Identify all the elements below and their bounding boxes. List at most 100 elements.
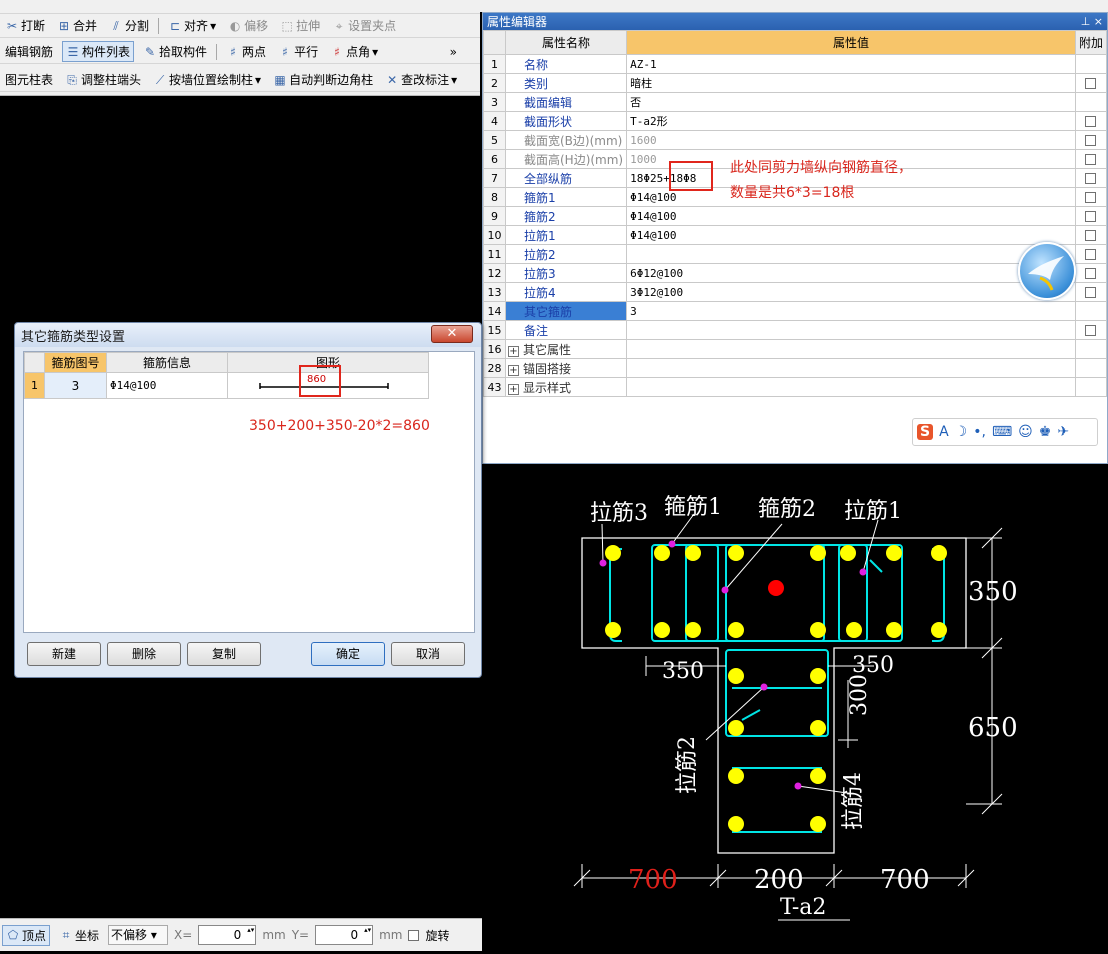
- extra-checkbox[interactable]: [1085, 287, 1097, 298]
- extra-cell[interactable]: [1074, 187, 1108, 207]
- rotate-checkbox[interactable]: [408, 929, 420, 941]
- wrench-icon[interactable]: ✈: [1057, 424, 1069, 440]
- property-value[interactable]: [626, 377, 1076, 397]
- property-value[interactable]: 暗柱: [626, 73, 1076, 93]
- check-label-button[interactable]: ✕ 查改标注 ▾: [382, 70, 460, 89]
- extra-checkbox[interactable]: [1085, 116, 1097, 127]
- expand-icon[interactable]: +: [507, 383, 519, 395]
- property-row[interactable]: 15 备注: [483, 320, 1108, 340]
- property-row[interactable]: 2 类别 暗柱: [483, 73, 1108, 93]
- toolbar-overflow-button[interactable]: »: [447, 44, 460, 60]
- extra-cell[interactable]: [1074, 130, 1108, 150]
- sogou-icon[interactable]: S: [917, 424, 934, 440]
- grip-button[interactable]: ⌖ 设置夹点: [329, 16, 399, 35]
- property-value[interactable]: AZ-1: [626, 54, 1076, 74]
- property-name[interactable]: 名称: [504, 54, 628, 74]
- adjust-end-button[interactable]: ⎘ 调整柱端头: [62, 70, 144, 89]
- copy-button[interactable]: 复制: [187, 642, 261, 666]
- property-name[interactable]: 截面编辑: [504, 92, 628, 112]
- property-row[interactable]: 9 箍筋2 Φ14@100: [483, 206, 1108, 226]
- dialog-close-button[interactable]: ✕: [431, 325, 473, 343]
- property-name[interactable]: 截面高(H边)(mm): [504, 149, 628, 169]
- property-row[interactable]: 43 + 显示样式: [483, 377, 1108, 397]
- stretch-button[interactable]: ⬚ 拉伸: [277, 16, 323, 35]
- property-value[interactable]: 3Φ12@100: [626, 282, 1076, 302]
- shirt-icon[interactable]: ♚: [1039, 424, 1052, 440]
- extra-checkbox[interactable]: [1085, 192, 1097, 203]
- break-button[interactable]: ✂ 打断: [2, 16, 48, 35]
- voice-icon[interactable]: ☺: [1018, 424, 1033, 440]
- property-value[interactable]: Φ14@100: [626, 206, 1076, 226]
- property-value[interactable]: [626, 358, 1076, 378]
- cancel-button[interactable]: 取消: [391, 642, 465, 666]
- extra-cell[interactable]: [1074, 73, 1108, 93]
- delete-button[interactable]: 删除: [107, 642, 181, 666]
- pin-icon[interactable]: ⊥ ×: [1081, 15, 1103, 28]
- property-row[interactable]: 16 + 其它属性: [483, 339, 1108, 359]
- expand-icon[interactable]: +: [507, 364, 519, 376]
- extra-checkbox[interactable]: [1085, 325, 1097, 336]
- property-row[interactable]: 1 名称 AZ-1: [483, 54, 1108, 74]
- property-name[interactable]: 类别: [504, 73, 628, 93]
- y-input[interactable]: 0: [315, 925, 374, 945]
- offset-mode-select[interactable]: 不偏移 ▾: [108, 925, 169, 945]
- bird-logo-icon[interactable]: [1018, 242, 1076, 300]
- extra-checkbox[interactable]: [1085, 135, 1097, 146]
- extra-checkbox[interactable]: [1085, 268, 1097, 279]
- property-row[interactable]: 28 + 锚固搭接: [483, 358, 1108, 378]
- property-name[interactable]: 箍筋1: [504, 187, 628, 207]
- property-row[interactable]: 10 拉筋1 Φ14@100: [483, 225, 1108, 245]
- property-name[interactable]: 备注: [504, 320, 628, 340]
- ok-button[interactable]: 确定: [311, 642, 385, 666]
- property-row[interactable]: 5 截面宽(B边)(mm) 1600: [483, 130, 1108, 150]
- x-input[interactable]: 0: [198, 925, 257, 945]
- property-value[interactable]: 3: [626, 301, 1076, 321]
- property-value[interactable]: 6Φ12@100: [626, 263, 1076, 283]
- stirrup-row[interactable]: 1 3 Φ14@100 860: [24, 372, 429, 399]
- extra-checkbox[interactable]: [1085, 211, 1097, 222]
- edit-rebar-button[interactable]: 编辑钢筋: [2, 42, 56, 61]
- extra-checkbox[interactable]: [1085, 249, 1097, 260]
- extra-cell[interactable]: [1074, 206, 1108, 226]
- property-row[interactable]: 13 拉筋4 3Φ12@100: [483, 282, 1108, 302]
- expand-icon[interactable]: +: [507, 345, 519, 357]
- pick-component-button[interactable]: ✎ 拾取构件: [140, 42, 210, 61]
- point-angle-button[interactable]: ♯ 点角 ▾: [327, 42, 381, 61]
- punct-icon[interactable]: •,: [973, 424, 986, 440]
- keyboard-icon[interactable]: ⌨: [992, 424, 1012, 440]
- property-name[interactable]: 拉筋4: [504, 282, 628, 302]
- property-row[interactable]: 4 截面形状 T-a2形: [483, 111, 1108, 131]
- shape-no-cell[interactable]: 3: [44, 372, 107, 399]
- extra-cell[interactable]: [1074, 282, 1108, 302]
- property-name[interactable]: + 其它属性: [504, 339, 628, 359]
- component-list-button[interactable]: ☰ 构件列表: [62, 41, 135, 62]
- offset-button[interactable]: ◐ 偏移: [225, 16, 271, 35]
- property-row[interactable]: 12 拉筋3 6Φ12@100: [483, 263, 1108, 283]
- split-button[interactable]: ⫽ 分割: [106, 16, 152, 35]
- property-value[interactable]: [626, 339, 1076, 359]
- extra-cell[interactable]: [1074, 320, 1108, 340]
- drawing-canvas[interactable]: 拉筋3 箍筋1 箍筋2 拉筋1 拉筋2 拉筋4 350 650 350 350 …: [482, 464, 1108, 951]
- extra-cell[interactable]: [1074, 168, 1108, 188]
- align-button[interactable]: ⊏ 对齐 ▾: [165, 16, 219, 35]
- property-name[interactable]: 其它箍筋: [504, 301, 628, 321]
- parallel-button[interactable]: ♯ 平行: [275, 42, 321, 61]
- property-value[interactable]: Φ14@100: [626, 225, 1076, 245]
- merge-button[interactable]: ⊞ 合并: [54, 16, 100, 35]
- property-value[interactable]: T-a2形: [626, 111, 1076, 131]
- property-name[interactable]: 箍筋2: [504, 206, 628, 226]
- property-name[interactable]: 截面形状: [504, 111, 628, 131]
- extra-cell[interactable]: [1074, 244, 1108, 264]
- property-name[interactable]: 拉筋3: [504, 263, 628, 283]
- extra-cell[interactable]: [1074, 225, 1108, 245]
- auto-corner-button[interactable]: ▦ 自动判断边角柱: [270, 70, 376, 89]
- coord-button[interactable]: ⌗ 坐标: [56, 926, 102, 945]
- property-name[interactable]: + 显示样式: [504, 377, 628, 397]
- extra-checkbox[interactable]: [1085, 154, 1097, 165]
- property-name[interactable]: 拉筋1: [504, 225, 628, 245]
- moon-icon[interactable]: ☽: [955, 424, 968, 440]
- new-button[interactable]: 新建: [27, 642, 101, 666]
- extra-checkbox[interactable]: [1085, 78, 1097, 89]
- extra-checkbox[interactable]: [1085, 230, 1097, 241]
- property-name[interactable]: + 锚固搭接: [504, 358, 628, 378]
